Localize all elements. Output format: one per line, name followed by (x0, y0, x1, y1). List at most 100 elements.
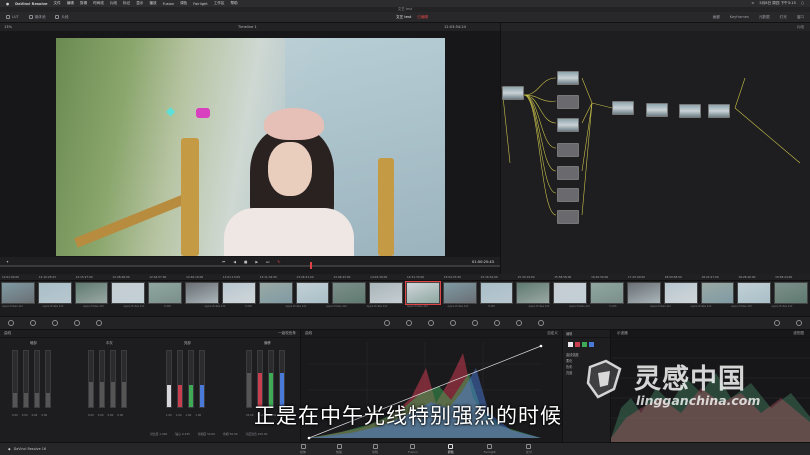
lut-button[interactable]: LUT (6, 15, 19, 19)
menu-item[interactable]: Fairlight (193, 2, 207, 6)
node-09[interactable] (646, 103, 668, 117)
clip-thumbnail[interactable] (626, 282, 661, 304)
channel-y-swatch[interactable] (568, 342, 573, 347)
clip-thumbnail[interactable] (553, 282, 588, 304)
pivot-value[interactable]: 轴心 0.435 (175, 432, 190, 436)
menu-item[interactable]: 工作区 (214, 1, 225, 6)
menu-item[interactable]: 标记 (123, 1, 130, 6)
node-input[interactable] (502, 86, 524, 100)
scope-mode[interactable]: 波形图 (793, 331, 804, 336)
curve-point-white[interactable] (539, 344, 543, 348)
qualifier-tool-icon[interactable] (406, 320, 412, 326)
wheels-mode-label[interactable]: 一级校色条 (278, 331, 296, 336)
metadata-button[interactable]: 元数据 (759, 15, 770, 20)
motion-effects-icon[interactable] (96, 320, 102, 326)
keyframes-button[interactable]: Keyframes (730, 15, 749, 20)
3d-tool-icon[interactable] (538, 320, 544, 326)
clip-thumbnail[interactable] (221, 282, 256, 304)
node-01[interactable] (557, 71, 579, 85)
clip-thumbnail[interactable] (737, 282, 772, 304)
menu-item[interactable]: 编辑 (67, 1, 74, 6)
clip-thumbnail[interactable] (332, 282, 367, 304)
node-03[interactable] (557, 118, 579, 132)
loop-icon[interactable]: ↻ (277, 260, 280, 264)
clip-thumbnail[interactable] (700, 282, 735, 304)
wheel-slider[interactable] (166, 350, 172, 408)
lum-mix-value[interactable]: 亮度混合 100.00 (246, 432, 268, 436)
clip-thumbnail[interactable] (590, 282, 624, 304)
node-07[interactable] (557, 210, 579, 224)
menu-item[interactable]: 帮助 (230, 1, 237, 6)
clip-thumbnail[interactable] (663, 282, 698, 304)
clip-thumbnail[interactable] (774, 282, 808, 304)
media-pool-button[interactable]: 媒体池 (28, 15, 45, 20)
window-tool-icon[interactable] (428, 320, 434, 326)
lightbox-button[interactable]: 灯光 (780, 15, 787, 20)
playhead[interactable] (310, 262, 312, 269)
clips-button[interactable]: 片段 (55, 15, 69, 20)
node-11[interactable] (708, 104, 730, 118)
page-tab-1[interactable]: 快编 (336, 444, 342, 454)
curves-mode[interactable]: 自定义 (547, 331, 558, 336)
clip-thumbnail[interactable] (369, 282, 403, 304)
node-04[interactable] (557, 143, 579, 157)
menu-app-name[interactable]: DaVinci Resolve (15, 2, 47, 6)
tracker-tool-icon[interactable] (450, 320, 456, 326)
wheel-slider[interactable] (23, 350, 29, 408)
clip-thumbnail[interactable] (479, 282, 514, 304)
wheel-value[interactable]: 1.00 (176, 414, 182, 417)
clip-thumbnail[interactable] (1, 282, 35, 304)
jump-end-icon[interactable]: ⏭ (266, 260, 269, 264)
page-tab-5[interactable]: Fairlight (484, 444, 496, 454)
jump-start-icon[interactable]: ⏮ (222, 260, 225, 264)
stop-icon[interactable]: ■ (244, 260, 247, 264)
channel-red-swatch[interactable] (575, 342, 580, 347)
clip-thumbnail[interactable] (185, 282, 219, 304)
reverse-icon[interactable]: ◀ (233, 260, 236, 264)
wheel-value[interactable]: 1.00 (186, 414, 192, 417)
channel-green-swatch[interactable] (582, 342, 587, 347)
menu-item[interactable]: 片段 (110, 1, 117, 6)
node-06[interactable] (557, 188, 579, 202)
timeline-name[interactable]: Timeline 1 (238, 25, 257, 29)
wheel-slider[interactable] (99, 350, 105, 408)
page-tab-6[interactable]: 交付 (526, 444, 532, 454)
wheel-slider[interactable] (110, 350, 116, 408)
key-tool-icon[interactable] (494, 320, 500, 326)
gallery-button[interactable]: 画廊 (713, 15, 720, 20)
node-05[interactable] (557, 166, 579, 180)
search-icon[interactable]: ○ (801, 1, 804, 6)
wheels-tool-icon[interactable] (8, 320, 14, 326)
channel-blue-swatch[interactable] (589, 342, 594, 347)
clip-thumbnail[interactable] (37, 282, 72, 304)
window-button[interactable]: 窗口 (797, 15, 804, 20)
curve-point-black[interactable] (307, 436, 311, 440)
scope-toggle-icon[interactable] (774, 320, 780, 326)
menu-item[interactable]: 剪辑 (80, 1, 87, 6)
wheel-value[interactable]: 1.00 (195, 414, 201, 417)
color-match-icon[interactable] (74, 320, 80, 326)
wheel-value[interactable]: 0.00 (98, 414, 104, 417)
scrub-bar[interactable] (0, 265, 500, 267)
page-tab-2[interactable]: 剪辑 (372, 444, 378, 454)
node-10[interactable] (679, 104, 701, 118)
settings-icon[interactable] (796, 320, 802, 326)
wheel-slider[interactable] (12, 350, 18, 408)
wheel-value[interactable]: 1.00 (166, 414, 172, 417)
wheel-slider[interactable] (188, 350, 194, 408)
wheel-value[interactable]: 0.00 (12, 414, 18, 417)
wheel-value[interactable]: 0.00 (32, 414, 38, 417)
wheel-slider[interactable] (88, 350, 94, 408)
zoom-level[interactable]: 13% (4, 25, 12, 29)
rgb-mixer-icon[interactable] (30, 320, 36, 326)
color-picker-icon[interactable]: ✦ (6, 260, 9, 264)
wheel-value[interactable]: 0.00 (108, 414, 114, 417)
node-02[interactable] (557, 95, 579, 109)
wheel-slider[interactable] (34, 350, 40, 408)
page-tab-4[interactable]: 调色 (448, 444, 454, 454)
menu-item[interactable]: 调色 (180, 1, 187, 6)
clip-thumbnail[interactable] (405, 281, 441, 305)
wheel-slider[interactable] (199, 350, 205, 408)
page-tab-0[interactable]: 媒体 (300, 444, 306, 454)
node-08[interactable] (612, 101, 634, 115)
